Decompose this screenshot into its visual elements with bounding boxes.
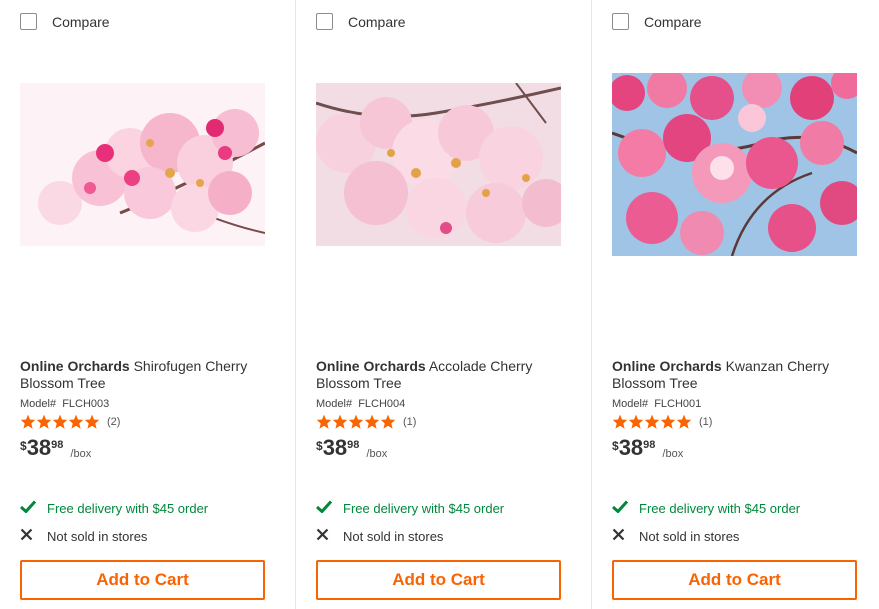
rating[interactable]: (2): [20, 414, 120, 429]
store-availability: Not sold in stores: [316, 528, 443, 544]
delivery-info: Free delivery with $45 order: [611, 500, 801, 516]
compare-label: Compare: [644, 13, 702, 30]
product-title[interactable]: Online Orchards Kwanzan Cherry Blossom T…: [612, 358, 862, 392]
review-count: (1): [699, 415, 713, 428]
cherry-blossom-photo-icon: [612, 73, 857, 256]
x-icon: [20, 528, 38, 544]
model-value: FLCH004: [358, 398, 406, 410]
product-image[interactable]: [612, 73, 857, 256]
star-icon: [364, 414, 380, 429]
price: $ 38 98 /box: [612, 435, 683, 461]
product-image[interactable]: [316, 83, 561, 246]
review-count: (2): [107, 415, 121, 428]
x-icon: [612, 528, 630, 544]
product-card: Compare: [0, 0, 296, 609]
product-brand: Online Orchards: [612, 358, 722, 374]
star-icon: [68, 414, 84, 429]
star-icon: [676, 414, 692, 429]
delivery-text: Free delivery with $45 order: [343, 500, 505, 516]
price-cents: 98: [51, 439, 64, 451]
store-availability: Not sold in stores: [612, 528, 739, 544]
price-currency: $: [612, 439, 619, 453]
add-to-cart-button[interactable]: Add to Cart: [20, 560, 265, 600]
delivery-text: Free delivery with $45 order: [639, 500, 801, 516]
product-brand: Online Orchards: [20, 358, 130, 374]
product-title[interactable]: Online Orchards Accolade Cherry Blossom …: [316, 358, 566, 392]
review-count: (1): [403, 415, 417, 428]
price-currency: $: [316, 439, 323, 453]
model-value: FLCH001: [654, 398, 702, 410]
price-dollars: 38: [26, 435, 52, 460]
compare-toggle[interactable]: Compare: [316, 13, 406, 30]
check-icon: [315, 500, 334, 516]
price-dollars: 38: [322, 435, 348, 460]
price: $ 38 98 /box: [20, 435, 91, 461]
add-to-cart-button[interactable]: Add to Cart: [612, 560, 857, 600]
product-card: Compare: [296, 0, 592, 609]
model-label: Model#: [612, 398, 649, 410]
rating[interactable]: (1): [316, 414, 416, 429]
check-icon: [611, 500, 630, 516]
cherry-blossom-photo-icon: [20, 83, 265, 246]
product-grid: Compare Online Orchards Shirofugen Cherr…: [0, 0, 879, 609]
model-number: Model# FLCH001: [612, 398, 701, 410]
star-icon: [316, 414, 332, 429]
price-unit: /box: [662, 448, 684, 460]
star-icon: [612, 414, 628, 429]
price-cents: 98: [643, 439, 656, 451]
product-title[interactable]: Online Orchards Shirofugen Cherry Blosso…: [20, 358, 270, 392]
star-icon: [660, 414, 676, 429]
star-icon: [380, 414, 396, 429]
price: $ 38 98 /box: [316, 435, 387, 461]
model-number: Model# FLCH003: [20, 398, 109, 410]
rating[interactable]: (1): [612, 414, 712, 429]
model-label: Model#: [20, 398, 57, 410]
model-value: FLCH003: [62, 398, 110, 410]
star-icon: [628, 414, 644, 429]
star-icon: [84, 414, 100, 429]
store-availability: Not sold in stores: [20, 528, 147, 544]
price-unit: /box: [70, 448, 92, 460]
compare-label: Compare: [52, 13, 110, 30]
star-icon: [644, 414, 660, 429]
model-label: Model#: [316, 398, 353, 410]
star-icon: [348, 414, 364, 429]
compare-checkbox[interactable]: [316, 13, 333, 30]
compare-checkbox[interactable]: [612, 13, 629, 30]
price-currency: $: [20, 439, 27, 453]
star-icon: [36, 414, 52, 429]
product-brand: Online Orchards: [316, 358, 426, 374]
delivery-text: Free delivery with $45 order: [47, 500, 209, 516]
compare-checkbox[interactable]: [20, 13, 37, 30]
compare-label: Compare: [348, 13, 406, 30]
star-icon: [52, 414, 68, 429]
x-icon: [316, 528, 334, 544]
star-icon: [332, 414, 348, 429]
star-rating: [612, 414, 692, 429]
stores-text: Not sold in stores: [639, 528, 740, 544]
star-icon: [20, 414, 36, 429]
compare-toggle[interactable]: Compare: [612, 13, 702, 30]
stores-text: Not sold in stores: [47, 528, 148, 544]
cherry-blossom-photo-icon: [316, 83, 561, 246]
star-rating: [316, 414, 396, 429]
product-card: Compare: [592, 0, 879, 609]
star-rating: [20, 414, 100, 429]
delivery-info: Free delivery with $45 order: [19, 500, 209, 516]
price-cents: 98: [347, 439, 360, 451]
model-number: Model# FLCH004: [316, 398, 405, 410]
price-dollars: 38: [618, 435, 644, 460]
stores-text: Not sold in stores: [343, 528, 444, 544]
price-unit: /box: [366, 448, 388, 460]
check-icon: [19, 500, 38, 516]
product-image[interactable]: [20, 83, 265, 246]
delivery-info: Free delivery with $45 order: [315, 500, 505, 516]
add-to-cart-button[interactable]: Add to Cart: [316, 560, 561, 600]
compare-toggle[interactable]: Compare: [20, 13, 110, 30]
